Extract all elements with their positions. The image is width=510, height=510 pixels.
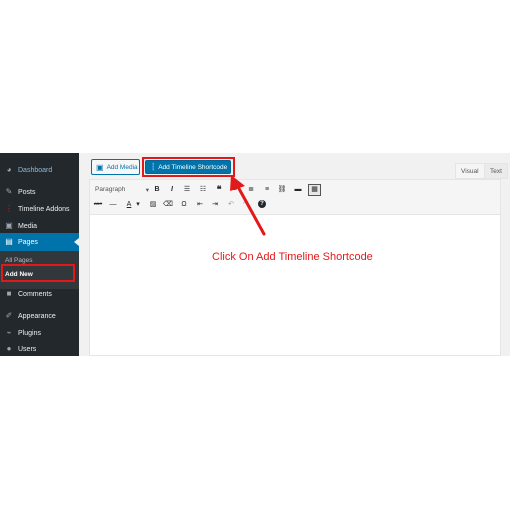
italic-button[interactable]: I: [167, 186, 177, 193]
post-editor: ▣ Add Media ┆ Add Timeline Shortcode Vis…: [89, 153, 510, 356]
plugin-icon: ⌁: [6, 328, 12, 337]
sidebar-item-label: Appearance: [18, 312, 56, 320]
admin-sidebar: ◕ Dashboard ✎ Posts ⋮ Timeline Addons ▣ …: [0, 153, 79, 356]
sidebar-item-dashboard[interactable]: ◕ Dashboard: [0, 161, 79, 179]
blockquote-button[interactable]: ❝: [214, 185, 224, 194]
pin-icon: ✎: [5, 187, 13, 196]
sidebar-item-label: Plugins: [18, 329, 41, 337]
tab-visual[interactable]: Visual: [455, 163, 485, 179]
brush-icon: ✐: [5, 311, 13, 320]
chevron-down-icon: ▾: [145, 186, 149, 194]
sidebar-item-label: Users: [18, 345, 37, 353]
sidebar-item-users[interactable]: ● Users: [0, 340, 79, 356]
wordpress-editor-screenshot: ◕ Dashboard ✎ Posts ⋮ Timeline Addons ▣ …: [0, 153, 510, 356]
bullet-list-button[interactable]: ☰: [182, 186, 192, 193]
dashboard-icon: ◕: [6, 165, 12, 174]
sidebar-item-label: Dashboard: [18, 166, 53, 174]
format-select[interactable]: Paragraph ▾: [95, 184, 149, 195]
indent-button[interactable]: ⇥: [210, 201, 220, 208]
paste-text-button[interactable]: ▨: [148, 201, 158, 208]
sidebar-item-label: Comments: [18, 290, 52, 298]
format-select-value: Paragraph: [95, 186, 126, 193]
sidebar-item-comments[interactable]: ■ Comments: [0, 285, 79, 303]
timeline-icon: ⋮: [5, 204, 13, 213]
add-media-button[interactable]: ▣ Add Media: [91, 159, 140, 175]
sidebar-item-label: Posts: [18, 188, 36, 196]
media-icon: ▣: [96, 162, 104, 172]
tab-text[interactable]: Text: [484, 163, 508, 179]
sidebar-item-label: Pages: [18, 238, 38, 246]
numbered-list-button[interactable]: ☷: [198, 186, 208, 193]
toolbar-toggle-button[interactable]: ▦: [308, 184, 321, 196]
sidebar-item-pages[interactable]: ▤ Pages: [0, 233, 79, 251]
sidebar-item-label: Media: [18, 222, 38, 230]
annotation-text: Click On Add Timeline Shortcode: [212, 251, 373, 263]
add-new-highlight-box: [1, 264, 75, 282]
comments-icon: ■: [6, 289, 12, 298]
users-icon: ●: [6, 344, 12, 353]
clear-formatting-button[interactable]: ⌫: [163, 201, 173, 208]
shortcode-highlight-box: [142, 157, 235, 177]
pages-icon: ▤: [5, 237, 13, 246]
sidebar-item-label: Timeline Addons: [18, 205, 70, 213]
sidebar-item-timeline-addons[interactable]: ⋮ Timeline Addons: [0, 200, 79, 218]
bold-button[interactable]: B: [152, 186, 162, 193]
outdent-button[interactable]: ⇤: [195, 201, 205, 208]
sidebar-item-posts[interactable]: ✎ Posts: [0, 183, 79, 201]
sidebar-item-appearance[interactable]: ✐ Appearance: [0, 307, 79, 325]
horizontal-line-button[interactable]: —: [108, 201, 118, 208]
strikethrough-button[interactable]: ABC: [93, 202, 103, 206]
annotation-arrow: [230, 175, 266, 236]
chevron-down-icon[interactable]: ▾: [133, 201, 143, 208]
add-media-label: Add Media: [106, 163, 138, 171]
media-icon: ▣: [5, 221, 13, 230]
submenu-all-pages[interactable]: All Pages: [5, 257, 32, 264]
special-character-button[interactable]: Ω: [179, 201, 189, 208]
